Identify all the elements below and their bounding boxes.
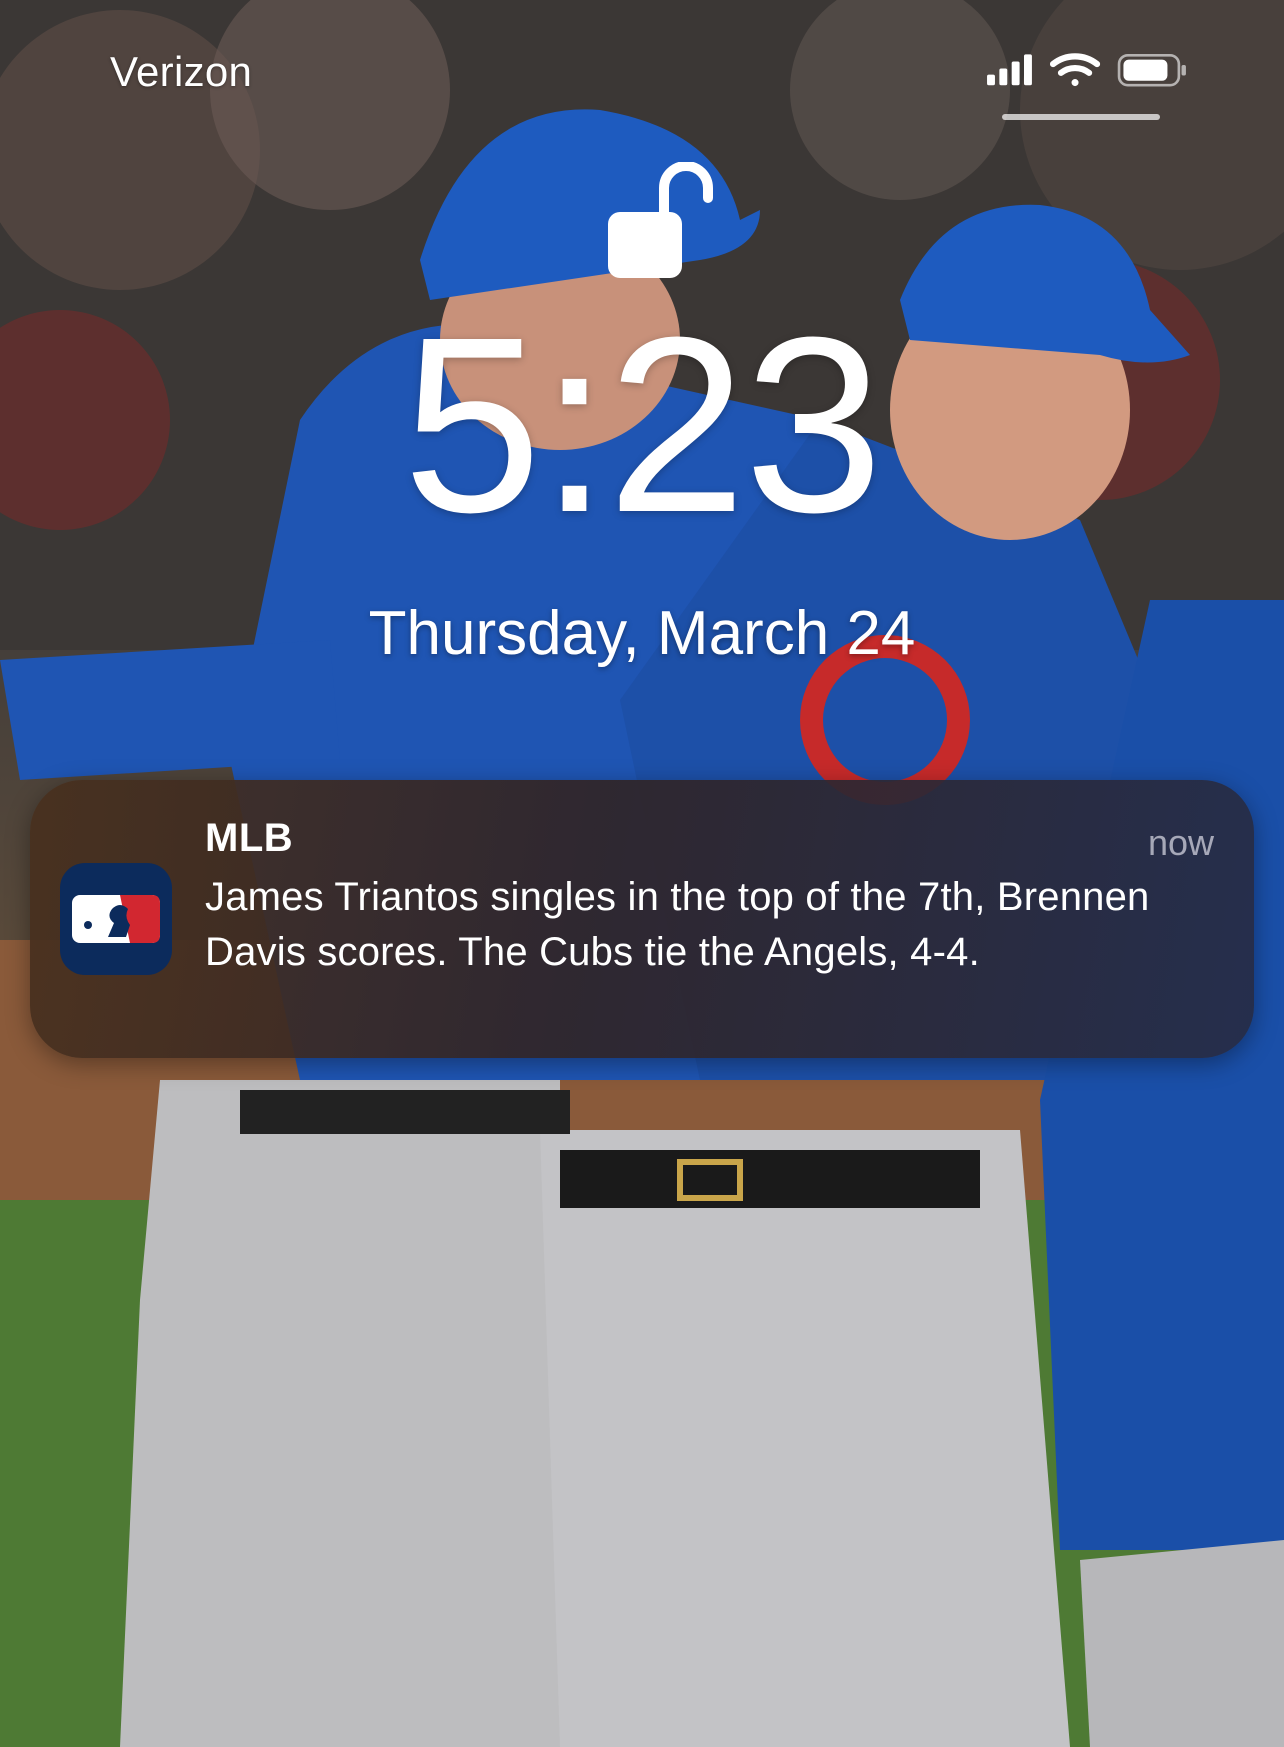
control-center-indicator[interactable] [1002,114,1160,120]
carrier-label: Verizon [110,48,253,95]
unlocked-padlock-icon [608,162,713,278]
notification-app-name: MLB [205,816,294,860]
cellular-signal-icon [987,54,1032,86]
status-bar: Verizon [0,0,1284,130]
battery-icon [1117,53,1186,87]
notification-timestamp: now [1147,822,1214,863]
notification-card[interactable]: MLB now James Triantos singles in the to… [30,780,1254,1058]
wifi-icon [1049,53,1101,87]
clock-date: Thursday, March 24 [368,599,916,668]
mlb-logo-icon [60,863,172,975]
clock-time: 5:23 [402,285,884,564]
status-icons [987,53,1186,87]
notification-message: James Triantos singles in the top of the… [205,875,1150,974]
